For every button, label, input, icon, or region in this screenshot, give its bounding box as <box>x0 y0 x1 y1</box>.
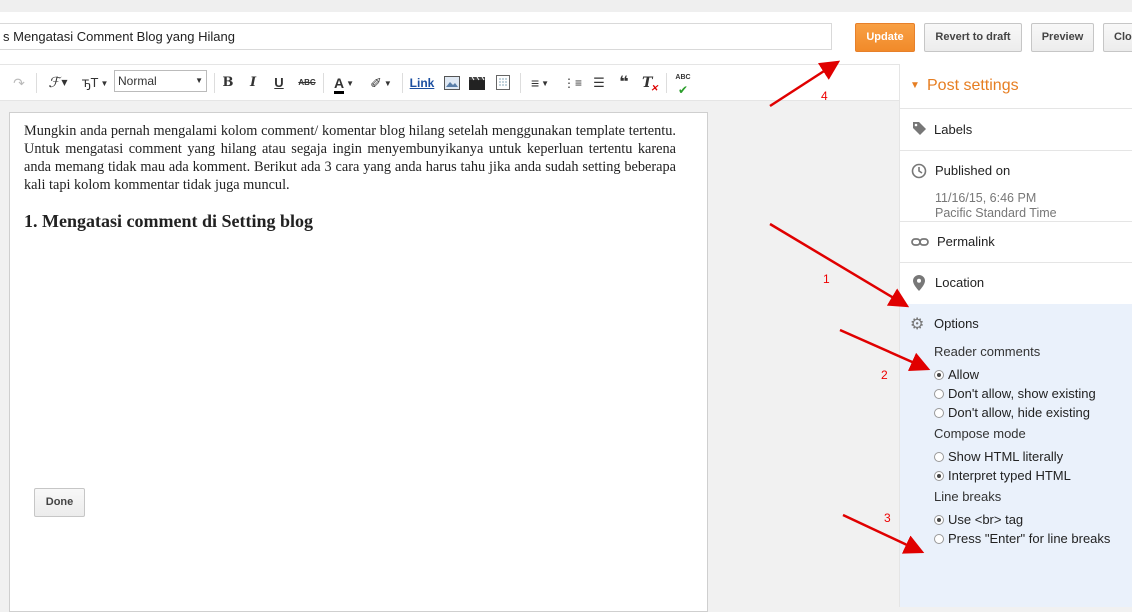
published-datetime: 11/16/15, 6:46 PM Pacific Standard Time <box>935 191 1057 221</box>
sidebar-item-labels[interactable]: Labels <box>900 109 1132 151</box>
radio-allow[interactable]: Allow <box>934 367 979 382</box>
link-button[interactable]: Link <box>408 72 436 94</box>
radio-unselected-icon[interactable] <box>934 407 944 418</box>
quote-icon[interactable]: ❝ <box>615 72 633 94</box>
font-size-icon[interactable]: ꚋT ▼ <box>80 72 110 94</box>
bold-button[interactable]: B <box>220 72 236 94</box>
toolbar-divider <box>402 73 403 93</box>
radio-selected-icon[interactable] <box>934 514 944 525</box>
radio-use-br-tag[interactable]: Use <br> tag <box>934 512 1023 527</box>
radio-show-html-literally[interactable]: Show HTML literally <box>934 449 1063 464</box>
editor-toolbar: ↷ ℱ ▼ ꚋT ▼ Normal ▼ B I U ABC A ▼ ✐ ▼ Link ≡ ▼… <box>0 64 899 101</box>
clock-icon <box>911 163 927 179</box>
annotation-number: 3 <box>884 511 891 525</box>
insert-video-icon[interactable] <box>468 72 486 94</box>
radio-dont-allow-hide[interactable]: Don't allow, hide existing <box>934 405 1090 420</box>
top-strip <box>0 0 1132 12</box>
gear-icon: ⚙ <box>910 316 925 333</box>
toolbar-divider <box>214 73 215 93</box>
sidebar-item-permalink[interactable]: Permalink <box>900 222 1132 263</box>
compose-mode-label: Compose mode <box>934 426 1026 441</box>
permalink-label: Permalink <box>937 234 995 249</box>
tag-icon <box>911 121 927 137</box>
redo-icon[interactable]: ↷ <box>10 72 28 94</box>
underline-button[interactable]: U <box>271 72 287 94</box>
location-label: Location <box>935 275 985 290</box>
insert-jump-break-icon[interactable] <box>494 72 512 94</box>
text-color-button[interactable]: A ▼ <box>330 72 358 94</box>
reader-comments-label: Reader comments <box>934 344 1041 359</box>
post-body-editor[interactable]: Mungkin anda pernah mengalami kolom comm… <box>9 112 708 612</box>
toolbar-divider <box>36 73 37 93</box>
published-on-label: Published on <box>935 163 1011 178</box>
done-button[interactable]: Done <box>34 488 85 517</box>
close-button[interactable]: Clo <box>1103 23 1132 52</box>
radio-dont-allow-show[interactable]: Don't allow, show existing <box>934 386 1096 401</box>
radio-interpret-typed-html[interactable]: Interpret typed HTML <box>934 468 1071 483</box>
remove-formatting-icon[interactable]: T✕ <box>642 72 660 94</box>
update-button[interactable]: Update <box>855 23 915 52</box>
toolbar-divider <box>323 73 324 93</box>
annotation-number: 1 <box>823 272 830 286</box>
link-icon <box>911 234 929 250</box>
radio-unselected-icon[interactable] <box>934 451 944 462</box>
revert-to-draft-button[interactable]: Revert to draft <box>924 23 1022 52</box>
radio-selected-icon[interactable] <box>934 369 944 380</box>
post-paragraph[interactable]: Mungkin anda pernah mengalami kolom comm… <box>24 122 676 194</box>
insert-image-icon[interactable] <box>443 72 461 94</box>
numbered-list-icon[interactable]: ⋮≡ <box>563 72 582 94</box>
format-select[interactable]: Normal ▼ <box>114 70 207 92</box>
font-family-icon[interactable]: ℱ ▼ <box>44 72 72 94</box>
spellcheck-icon[interactable]: ABC ✔ <box>672 72 694 96</box>
post-title-input[interactable]: s Mengatasi Comment Blog yang Hilang <box>0 23 832 50</box>
annotation-number: 4 <box>821 89 828 103</box>
post-settings-header[interactable]: ▼ Post settings <box>900 64 1132 109</box>
options-panel: ⚙ Options Reader comments Allow Don't al… <box>900 304 1132 607</box>
published-date: 11/16/15, 6:46 PM <box>935 191 1037 205</box>
toolbar-divider <box>520 73 521 93</box>
alignment-icon[interactable]: ≡ ▼ <box>526 72 554 94</box>
annotation-number: 2 <box>881 368 888 382</box>
strikethrough-button[interactable]: ABC <box>296 72 318 94</box>
radio-unselected-icon[interactable] <box>934 388 944 399</box>
collapse-caret-icon: ▼ <box>910 80 920 91</box>
published-timezone: Pacific Standard Time <box>935 206 1057 220</box>
sidebar-item-location[interactable]: Location <box>900 263 1132 304</box>
options-title[interactable]: Options <box>934 316 979 331</box>
location-pin-icon <box>911 275 927 291</box>
highlight-color-icon[interactable]: ✐ ▼ <box>366 72 396 94</box>
italic-button[interactable]: I <box>246 72 260 94</box>
radio-selected-icon[interactable] <box>934 470 944 481</box>
post-settings-sidebar: ▼ Post settings Labels Published on 11/1… <box>899 64 1132 607</box>
toolbar-divider <box>666 73 667 93</box>
radio-unselected-icon[interactable] <box>934 533 944 544</box>
labels-label: Labels <box>934 122 973 137</box>
bullet-list-icon[interactable]: ☰ <box>590 72 608 94</box>
line-breaks-label: Line breaks <box>934 489 1002 504</box>
post-heading[interactable]: 1. Mengatasi comment di Setting blog <box>24 211 676 232</box>
radio-press-enter[interactable]: Press "Enter" for line breaks <box>934 531 1110 546</box>
post-settings-title: Post settings <box>927 77 1019 94</box>
preview-button[interactable]: Preview <box>1031 23 1094 52</box>
